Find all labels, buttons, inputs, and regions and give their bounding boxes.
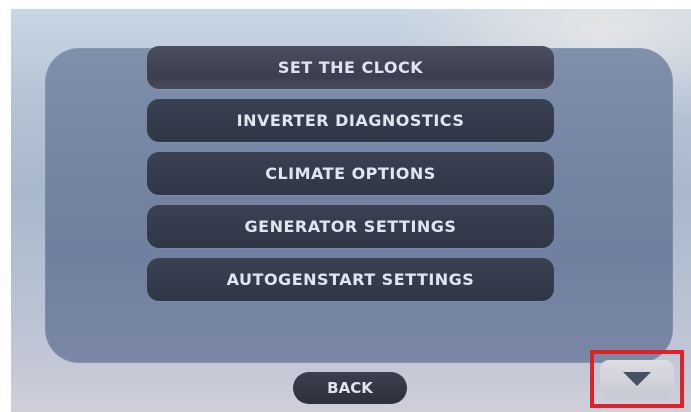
autogenstart-settings-button[interactable]: AUTOGENSTART SETTINGS (147, 258, 554, 301)
inverter-diagnostics-button[interactable]: INVERTER DIAGNOSTICS (147, 99, 554, 142)
climate-options-button[interactable]: CLIMATE OPTIONS (147, 152, 554, 195)
set-clock-button[interactable]: SET THE CLOCK (147, 46, 554, 89)
back-button[interactable]: BACK (293, 372, 407, 404)
scroll-down-button[interactable] (600, 360, 674, 398)
generator-settings-button[interactable]: GENERATOR SETTINGS (147, 205, 554, 248)
scroll-down-highlight (590, 350, 684, 408)
triangle-down-icon (623, 372, 651, 386)
